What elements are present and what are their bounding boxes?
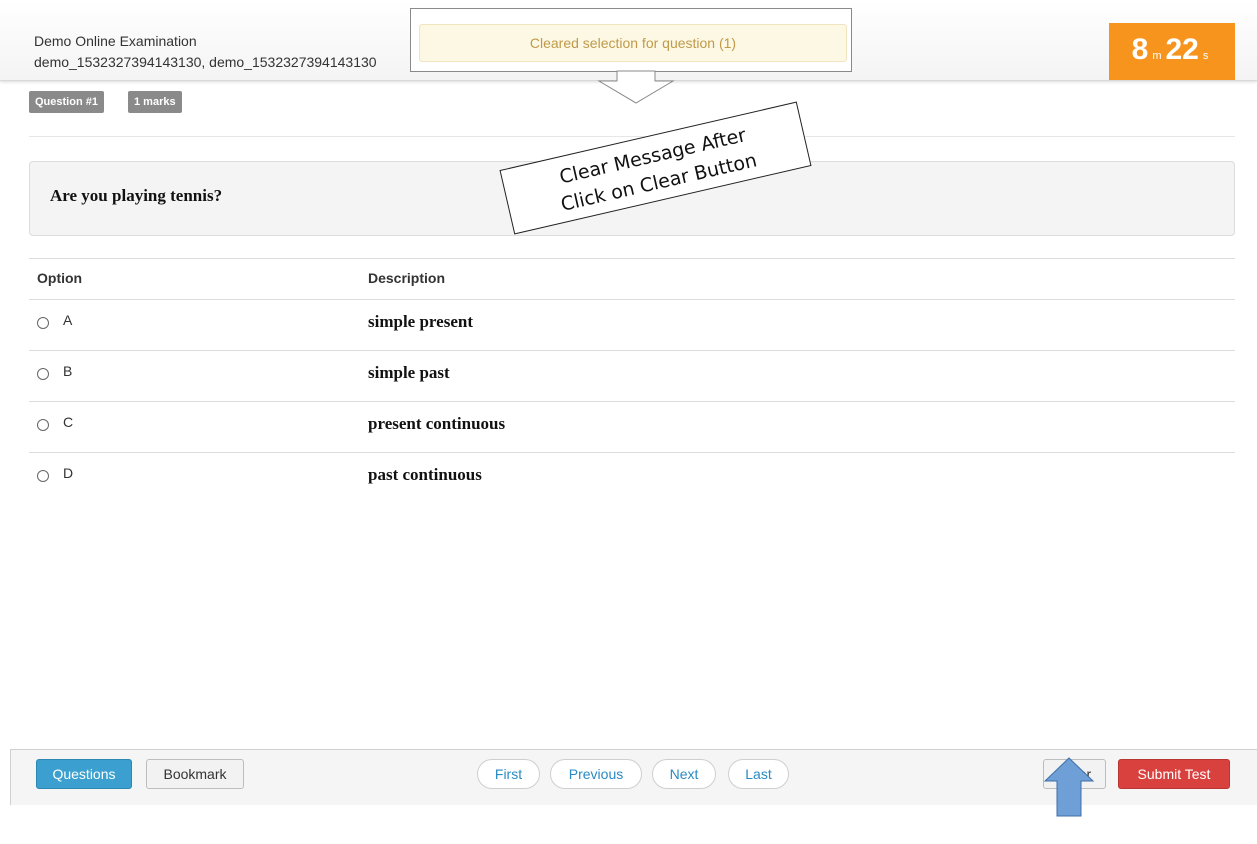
callout-pointer-icon (597, 70, 675, 104)
annotation-overlay (597, 70, 1095, 817)
up-arrow-icon (1043, 757, 1095, 817)
